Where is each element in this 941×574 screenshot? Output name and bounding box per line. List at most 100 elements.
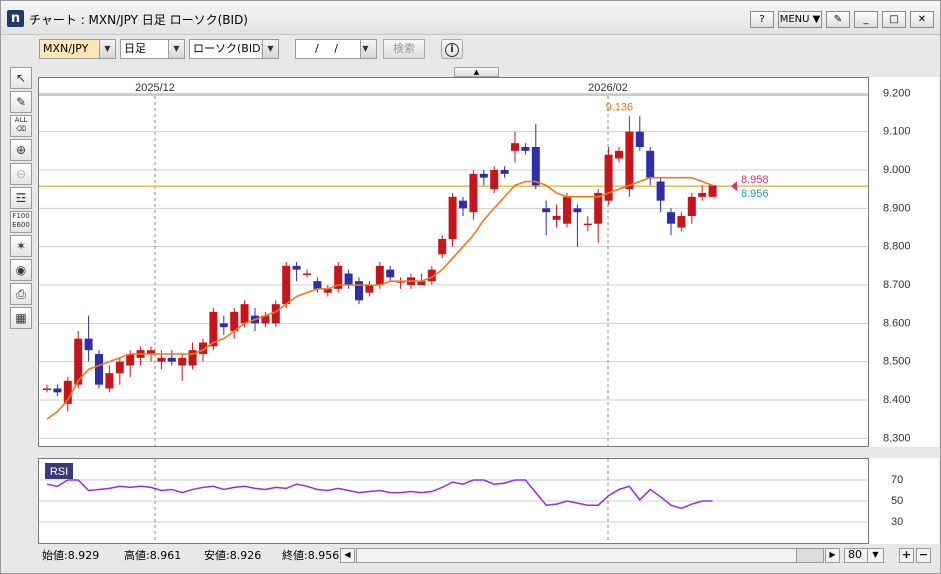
- candle-body: [500, 170, 509, 174]
- rsi-axis: 70 50 30: [869, 458, 939, 544]
- candle-body: [115, 361, 124, 374]
- bid-price-label: 8.956: [741, 188, 769, 200]
- candle-body: [167, 357, 176, 362]
- indicator-icon[interactable]: ✶: [10, 235, 32, 257]
- candle-body: [531, 147, 540, 186]
- zoom-value: 80: [848, 548, 862, 561]
- candle-body: [479, 173, 488, 178]
- ask-price-label: 8.958: [741, 174, 769, 186]
- candle-body: [646, 150, 655, 178]
- close-button[interactable]: ✕: [910, 11, 934, 28]
- collapse-toggle[interactable]: ▲: [454, 67, 499, 77]
- rsi-label: RSI: [50, 466, 68, 478]
- candle-body: [271, 304, 280, 324]
- remove-icon[interactable]: −: [916, 548, 931, 563]
- cursor-icon[interactable]: ↖: [10, 67, 32, 89]
- rsi-line: [46, 479, 713, 510]
- candle-body: [365, 285, 374, 293]
- candle-body: [459, 200, 467, 209]
- y-tick-label: 8.700: [883, 279, 911, 291]
- chevron-down-icon[interactable]: ▼: [867, 548, 884, 563]
- candle-body: [521, 147, 530, 151]
- chevron-down-icon: ▼: [262, 40, 278, 58]
- candle-body: [583, 223, 592, 226]
- price-marker-icon: [731, 181, 737, 192]
- eye-icon[interactable]: ◉: [10, 259, 32, 281]
- chart-kind-select[interactable]: ローソク(BID) ▼: [189, 39, 279, 59]
- close-value: 終値:8.956: [282, 549, 340, 562]
- y-tick-label: 9.000: [883, 164, 911, 176]
- title-bar: n チャート : MXN/JPY 日足 ローソク(BID) ? MENU ▼ ✎…: [1, 1, 940, 35]
- chart-kind-value: ローソク(BID): [193, 42, 265, 55]
- candle-body: [219, 323, 228, 328]
- y-tick-label: 8.400: [883, 394, 911, 406]
- date-input[interactable]: / / ▼: [295, 39, 377, 59]
- search-button[interactable]: 検索: [383, 39, 425, 59]
- minimize-button[interactable]: _: [854, 11, 878, 28]
- candle-body: [677, 216, 686, 228]
- pen-icon[interactable]: ✎: [10, 91, 32, 113]
- candle-body: [344, 273, 353, 285]
- scroll-right-button[interactable]: ▶: [825, 548, 840, 563]
- high-value: 高値:8.961: [124, 549, 182, 562]
- candle-body: [95, 354, 103, 385]
- y-tick-label: 8.500: [883, 356, 911, 368]
- open-value: 始値:8.929: [42, 549, 100, 562]
- candle-body: [282, 265, 291, 305]
- chart-type-icon[interactable]: ☲: [10, 187, 32, 209]
- candle-body: [84, 338, 93, 351]
- candle-body: [375, 265, 384, 285]
- symbol-select[interactable]: MXN/JPY ▼: [39, 39, 116, 59]
- candle-body: [448, 196, 457, 239]
- candle-body: [573, 208, 582, 213]
- chevron-down-icon: ▼: [360, 40, 376, 58]
- candle-body: [490, 170, 499, 190]
- zoom-in-icon[interactable]: ⊕: [10, 139, 32, 161]
- y-tick-label: 8.300: [883, 432, 911, 444]
- info-label: i: [445, 43, 459, 57]
- price-chart: 2025/12 2026/02 9.136 8.958 8.956: [39, 82, 868, 446]
- help-button[interactable]: ?: [750, 11, 774, 28]
- high-annotation: 9.136: [606, 101, 634, 113]
- toolbar: MXN/JPY ▼ 日足 ▼ ローソク(BID) ▼ / / ▼ 検索 i: [1, 35, 940, 65]
- candle-body: [511, 143, 519, 151]
- candle-body: [157, 357, 166, 362]
- candle-body: [667, 212, 675, 224]
- menu-button[interactable]: MENU ▼: [778, 11, 822, 28]
- window-title: チャート : MXN/JPY 日足 ローソク(BID): [29, 13, 248, 27]
- status-bar: 始値:8.929 高値:8.961 安値:8.926 終値:8.956 ◀ ▶ …: [38, 546, 939, 565]
- low-value: 安値:8.926: [204, 549, 262, 562]
- candle-body: [563, 196, 571, 224]
- scrollbar-track[interactable]: [356, 548, 824, 563]
- candle-body: [542, 208, 551, 213]
- candle-body: [105, 373, 114, 389]
- app-logo-icon: n: [7, 10, 24, 27]
- candle-body: [552, 216, 561, 220]
- rsi-chart: RSI: [39, 459, 868, 543]
- maximize-button[interactable]: □: [882, 11, 906, 28]
- pin-icon[interactable]: ✎: [826, 11, 850, 28]
- erase-all-icon[interactable]: ALL ⌫: [10, 115, 32, 137]
- data-table-icon[interactable]: F100 E600: [10, 211, 32, 233]
- candle-body: [355, 281, 363, 301]
- symbol-value: MXN/JPY: [43, 42, 89, 55]
- grid-icon[interactable]: ▦: [10, 307, 32, 329]
- candle-body: [687, 196, 696, 216]
- y-tick-label: 8.800: [883, 241, 911, 253]
- add-icon[interactable]: +: [899, 548, 914, 563]
- candle-body: [708, 185, 717, 197]
- candle-body: [698, 193, 707, 197]
- period-select[interactable]: 日足 ▼: [120, 39, 185, 59]
- y-tick-label: 8.600: [883, 317, 911, 329]
- print-icon[interactable]: ⎙: [10, 283, 32, 305]
- zoom-out-icon[interactable]: ⊖: [10, 163, 32, 185]
- period-value: 日足: [124, 42, 146, 55]
- rsi-pane: RSI: [38, 458, 869, 544]
- price-chart-pane: 2025/12 2026/02 9.136 8.958 8.956: [38, 77, 869, 447]
- info-icon[interactable]: i: [441, 39, 463, 59]
- rsi-tick-label: 50: [891, 495, 903, 507]
- candle-body: [615, 150, 623, 159]
- scrollbar-thumb[interactable]: [796, 548, 824, 563]
- y-tick-label: 8.900: [883, 202, 911, 214]
- scroll-left-button[interactable]: ◀: [340, 548, 355, 563]
